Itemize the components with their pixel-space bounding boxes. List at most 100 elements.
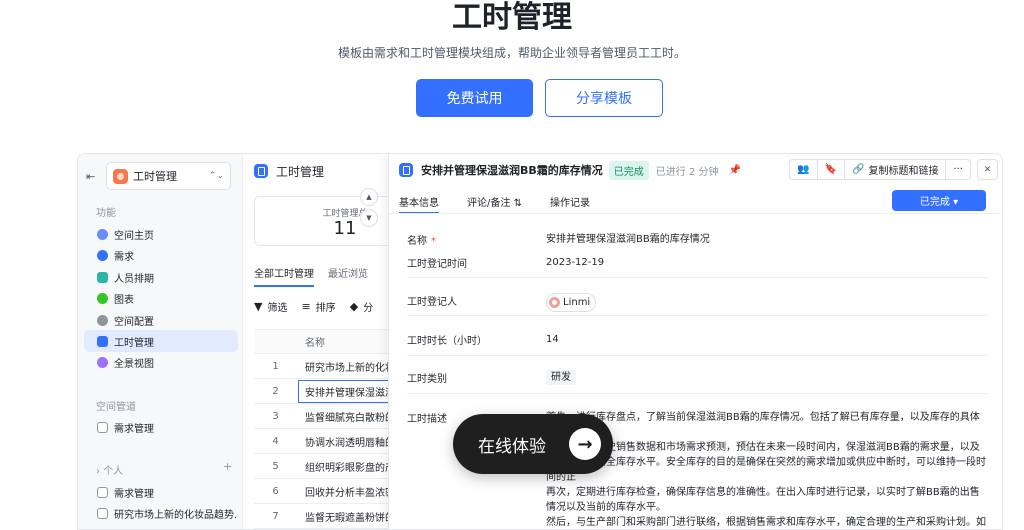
field-type: 工时类别 研发	[407, 370, 987, 385]
bookmark-icon: 🔖	[824, 164, 837, 175]
users-icon: 👥	[797, 164, 810, 175]
space-logo-icon	[113, 168, 128, 184]
collapse-sidebar-icon[interactable]: ⇤	[86, 170, 100, 183]
table-row[interactable]: 3 监督细腻亮白散粉的生产	[254, 404, 404, 429]
scroll-down-button[interactable]: ▼	[360, 209, 378, 227]
share-template-button[interactable]: 分享模板	[545, 79, 663, 117]
detail-title: 安排并管理保湿滋润BB霜的库存情况	[421, 164, 603, 177]
arrow-right-icon: →	[569, 428, 601, 460]
list-toolbar: ▼ 筛选 ≡ 排序 ◆ 分	[254, 299, 387, 314]
sort-icon: ≡	[301, 300, 311, 313]
table-row[interactable]: 1研究市场上新的化妆品趋势	[254, 354, 404, 379]
tag-icon: ◆	[349, 300, 359, 313]
tab-comments[interactable]: 评论/备注 ⇅	[467, 190, 522, 214]
timesheet-icon	[254, 164, 268, 178]
detail-actions: 👥 🔖 🔗 复制标题和链接 ··· ✕	[789, 159, 998, 180]
field-hours-value[interactable]: 14	[546, 332, 559, 347]
sidebar-item-schedule[interactable]: 人员排期	[84, 266, 238, 288]
sidebar-section-space-manage: 空间管道	[96, 402, 136, 413]
field-name: 名称 * 安排并管理保湿滋润BB霜的库存情况	[407, 232, 710, 247]
table-row[interactable]: 7 监督无暇遮盖粉饼的质量	[254, 504, 404, 529]
status-dropdown-button[interactable]: 已完成 ▾	[892, 190, 986, 211]
space-name: 工时管理	[133, 170, 177, 183]
avatar	[549, 297, 560, 308]
scroll-up-button[interactable]: ▲	[360, 188, 378, 206]
field-date-value[interactable]: 2023-12-19	[546, 255, 604, 270]
view-icon	[97, 421, 108, 433]
sidebar-item-space-config[interactable]: 空间配置	[84, 309, 238, 331]
sidebar-item-requirements[interactable]: 需求	[84, 244, 238, 266]
close-icon: ✕	[983, 164, 992, 175]
more-button[interactable]: ···	[946, 160, 970, 179]
sidebar-item-label: 研究市场上新的化妆品趋势...	[114, 509, 238, 521]
sort-button[interactable]: ≡ 排序	[301, 299, 335, 314]
field-hours: 工时时长（小时） 14	[407, 332, 559, 347]
group-button[interactable]: ◆ 分	[350, 299, 373, 314]
field-name-value[interactable]: 安排并管理保湿滋润BB霜的库存情况	[546, 232, 710, 247]
requirement-icon	[97, 249, 108, 261]
more-icon: ···	[953, 164, 963, 175]
try-online-button[interactable]: 在线体验 →	[453, 414, 613, 474]
copy-title-link-button[interactable]: 🔗 复制标题和链接	[845, 160, 947, 179]
panorama-icon	[97, 356, 108, 368]
free-trial-button[interactable]: 免费试用	[416, 79, 533, 117]
detail-tabs: 基本信息 评论/备注 ⇅ 操作记录	[399, 190, 618, 214]
timesheet-icon	[97, 335, 108, 347]
chart-icon	[97, 292, 108, 304]
bookmark-button[interactable]: 🔖	[818, 160, 845, 179]
sidebar-item-requirement-manage[interactable]: 需求管理	[84, 416, 238, 438]
list-tabs: 全部工时管理 最近浏览	[254, 265, 382, 287]
sidebar-item-label: 空间配置	[114, 316, 154, 328]
sidebar-item-label: 全景视图	[114, 358, 154, 370]
sidebar-item-panorama[interactable]: 全景视图	[84, 351, 238, 373]
status-badge: 已完成	[608, 160, 649, 180]
sidebar-item-label: 图表	[114, 294, 134, 306]
user-chip[interactable]: Linmi	[546, 293, 597, 312]
sidebar-item-label: 工时管理	[114, 337, 154, 349]
sort-icon: ⇅	[513, 198, 522, 209]
sidebar-section-personal: › 个人	[96, 466, 124, 477]
list-panel-title: 工时管理	[276, 164, 325, 179]
chevron-right-icon: ›	[96, 466, 100, 477]
type-tag[interactable]: 研发	[546, 370, 576, 385]
pin-icon[interactable]: 📌	[729, 165, 741, 176]
filter-icon: ▼	[254, 300, 263, 313]
field-date: 工时登记时间 2023-12-19	[407, 255, 605, 270]
table-row[interactable]: 6回收并分析丰盈浓密睫毛膏	[254, 479, 404, 504]
close-button[interactable]: ✕	[977, 159, 998, 180]
elapsed-time: 已进行 2 分钟	[655, 166, 719, 178]
sidebar-item-charts[interactable]: 图表	[84, 287, 238, 309]
sidebar-item-label: 需求管理	[114, 423, 154, 435]
sidebar-section-function: 功能	[96, 208, 116, 219]
sidebar-item-label: 需求	[114, 251, 134, 263]
field-person: 工时登记人 Linmi	[407, 293, 987, 313]
sidebar-item-personal-task[interactable]: 研究市场上新的化妆品趋势...	[84, 502, 238, 524]
chevron-up-down-icon: ⌃⌄	[208, 171, 224, 181]
table-row[interactable]: 4 协调水润透明唇釉的供应	[254, 429, 404, 454]
sidebar-item-personal-requirement[interactable]: 需求管理	[84, 481, 238, 503]
tab-recent[interactable]: 最近浏览	[328, 265, 368, 287]
gear-icon	[97, 314, 108, 326]
page-title: 工时管理	[452, 0, 572, 35]
add-icon[interactable]: +	[223, 460, 232, 473]
sidebar-item-timesheet[interactable]: 工时管理	[84, 330, 238, 352]
sidebar-item-label: 空间主页	[114, 230, 154, 242]
field-description-value[interactable]: 首先，进行库存盘点，了解当前保湿滋润BB霜的库存情况。包括了解已有库存量，以及库…	[546, 410, 989, 529]
tab-activity-log[interactable]: 操作记录	[550, 190, 590, 214]
table-header: 名称	[254, 329, 404, 354]
tab-all-timesheets[interactable]: 全部工时管理	[254, 265, 314, 287]
sidebar-item-home[interactable]: 空间主页	[84, 223, 238, 245]
sidebar-item-label: 人员排期	[114, 273, 154, 285]
view-icon	[97, 507, 108, 519]
link-icon: 🔗	[852, 164, 865, 175]
schedule-icon	[97, 271, 108, 283]
table-row[interactable]: 5组织明彩眼影盘的产品测试	[254, 454, 404, 479]
members-button[interactable]: 👥	[790, 160, 818, 179]
table-row[interactable]: 2安排并管理保湿滋润BB霜的库存情况	[254, 379, 405, 404]
tab-basic-info[interactable]: 基本信息	[399, 190, 439, 214]
home-icon	[97, 228, 108, 240]
space-switcher[interactable]: 工时管理 ⌃⌄	[106, 162, 231, 190]
column-header-name: 名称	[305, 338, 325, 349]
filter-button[interactable]: ▼ 筛选	[254, 299, 287, 314]
sidebar: ⇤ 工时管理 ⌃⌄ 功能 空间主页 需求 人员排期 图表 空间配置 工时管理 全…	[78, 154, 243, 529]
